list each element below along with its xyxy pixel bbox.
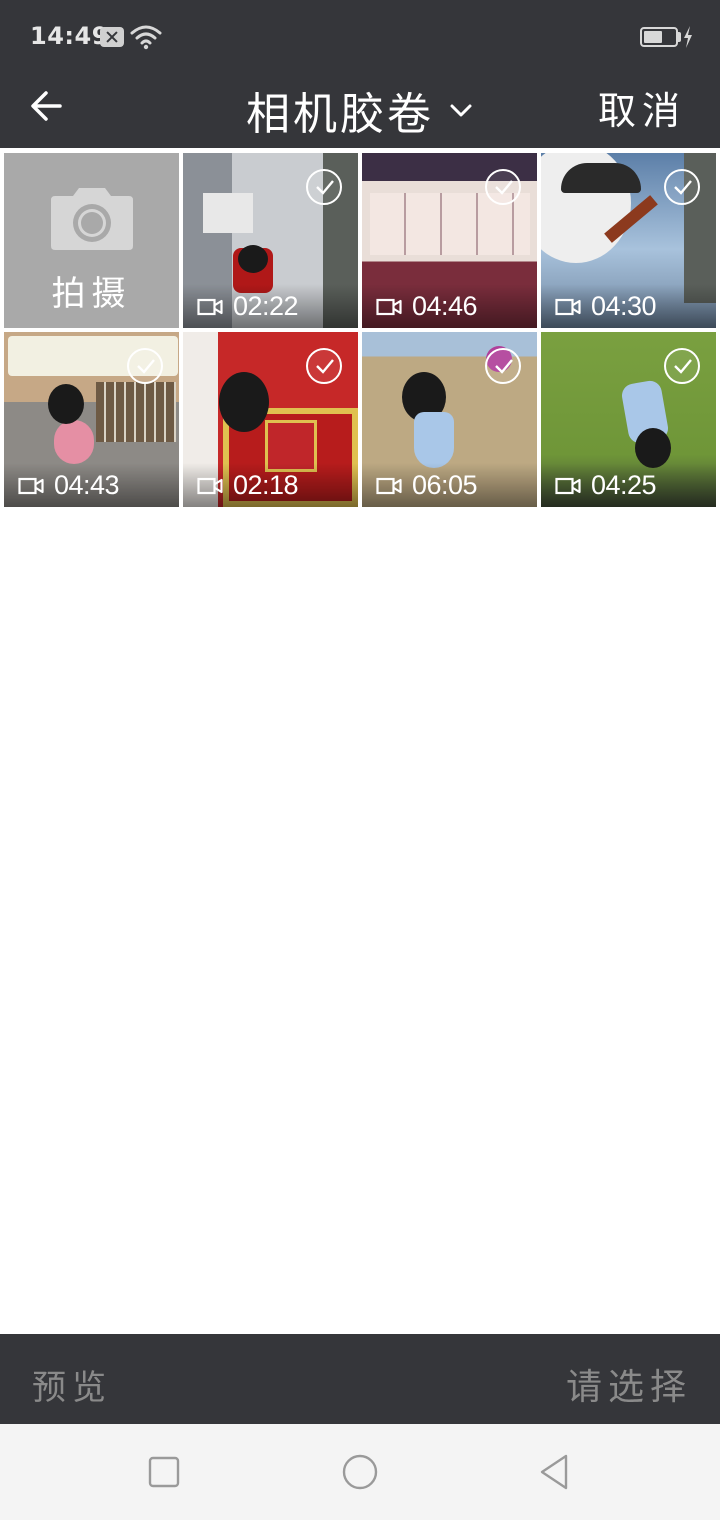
select-checkbox[interactable] (127, 348, 163, 384)
battery-tip (678, 32, 681, 42)
thumb-detail (54, 420, 94, 464)
thumb-detail (219, 372, 269, 432)
video-camera-icon (18, 477, 44, 495)
video-meta: 02:22 (183, 284, 358, 328)
video-camera-icon (197, 298, 223, 316)
video-meta: 02:18 (183, 463, 358, 507)
video-meta: 04:30 (541, 284, 716, 328)
wifi-icon (130, 25, 162, 50)
video-camera-icon (555, 298, 581, 316)
video-duration: 04:25 (591, 470, 657, 500)
camera-icon (50, 188, 133, 250)
select-checkbox[interactable] (306, 169, 342, 205)
video-camera-icon (376, 477, 402, 495)
recent-apps-square-icon[interactable] (144, 1452, 184, 1492)
video-camera-icon (376, 298, 402, 316)
video-meta: 04:43 (4, 463, 179, 507)
select-checkbox[interactable] (306, 348, 342, 384)
status-time: 14:49 (30, 22, 109, 50)
header: 相机胶卷 取消 (0, 72, 720, 148)
video-duration: 04:30 (591, 291, 657, 321)
video-duration: 02:18 (233, 470, 299, 500)
camera-tile-label: 拍摄 (51, 274, 132, 314)
system-nav-bar (0, 1424, 720, 1520)
select-confirm-button[interactable]: 请选择 (566, 1358, 692, 1410)
select-checkbox[interactable] (485, 348, 521, 384)
thumb-detail (414, 412, 454, 468)
video-thumbnail[interactable]: 04:43 (4, 332, 179, 507)
media-grid: 拍摄 02:22 04:46 04:30 04:43 02:18 06:05 0… (4, 153, 716, 507)
video-meta: 04:25 (541, 463, 716, 507)
select-checkbox[interactable] (485, 169, 521, 205)
thumb-detail (561, 163, 641, 193)
back-arrow-icon[interactable] (24, 82, 72, 130)
video-duration: 06:05 (412, 470, 478, 500)
home-circle-icon[interactable] (340, 1452, 380, 1492)
album-title: 相机胶卷 (246, 89, 434, 140)
select-checkbox[interactable] (664, 348, 700, 384)
video-camera-icon (555, 477, 581, 495)
video-meta: 04:46 (362, 284, 537, 328)
back-triangle-icon[interactable] (536, 1452, 576, 1492)
video-duration: 04:46 (412, 291, 478, 321)
thumb-detail (238, 245, 268, 273)
thumb-detail (203, 193, 253, 233)
thumb-detail (96, 382, 176, 442)
battery-icon (640, 27, 678, 47)
charging-bolt-icon (684, 26, 692, 48)
chevron-down-icon (450, 104, 472, 117)
video-duration: 02:22 (233, 291, 299, 321)
video-thumbnail[interactable]: 04:30 (541, 153, 716, 328)
video-thumbnail[interactable]: 04:46 (362, 153, 537, 328)
video-duration: 04:43 (54, 470, 120, 500)
camera-capture-tile[interactable]: 拍摄 (4, 153, 179, 328)
bottom-action-bar: 预览 请选择 (0, 1334, 720, 1424)
video-thumbnail[interactable]: 06:05 (362, 332, 537, 507)
notification-x-icon (100, 27, 124, 47)
cancel-button[interactable]: 取消 (598, 80, 686, 135)
status-bar: 14:49 (0, 0, 720, 72)
video-camera-icon (197, 477, 223, 495)
thumb-detail (635, 428, 671, 468)
video-meta: 06:05 (362, 463, 537, 507)
video-thumbnail[interactable]: 02:18 (183, 332, 358, 507)
preview-button[interactable]: 预览 (32, 1360, 112, 1409)
select-checkbox[interactable] (664, 169, 700, 205)
top-bar: 14:49 相机胶卷 取消 (0, 0, 720, 148)
video-thumbnail[interactable]: 02:22 (183, 153, 358, 328)
thumb-detail (48, 384, 84, 424)
video-thumbnail[interactable]: 04:25 (541, 332, 716, 507)
album-selector[interactable]: 相机胶卷 (246, 78, 474, 142)
